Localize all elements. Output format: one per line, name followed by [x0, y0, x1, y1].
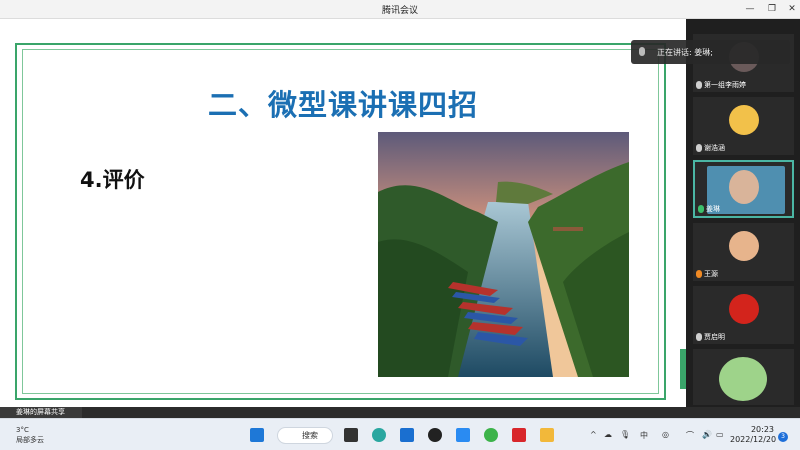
participant-name: 贾启明 [696, 332, 725, 342]
participant-tile-5[interactable]: 贾启明 [693, 286, 794, 344]
close-icon[interactable]: ✕ [784, 2, 800, 16]
search-button[interactable]: 搜索 [277, 427, 333, 444]
slide-title: 二、微型课讲课四招 [207, 88, 478, 122]
participant-name: 王源 [696, 269, 718, 279]
frog-sticker-icon [719, 357, 767, 401]
dell-icon[interactable] [428, 428, 442, 442]
mic-icon [696, 333, 702, 341]
ime-indicator[interactable]: 中 [640, 430, 648, 441]
cloud-icon[interactable]: ☁ [604, 430, 612, 439]
mic-icon [698, 205, 704, 213]
clock[interactable]: 20:23 2022/12/20 [730, 425, 776, 445]
participant-tile-active[interactable]: 姜琳 [693, 160, 794, 218]
mail-icon[interactable] [400, 428, 414, 442]
avatar [729, 105, 759, 135]
speaking-indicator: 正在讲话: 姜琳; [631, 40, 790, 64]
mic-icon [696, 144, 702, 152]
screen-share-status[interactable]: 姜琳的屏幕共享 [0, 407, 82, 418]
slide-subtitle: 4.评价 [80, 168, 145, 192]
slide-photo-river [378, 132, 629, 377]
tencent-meeting-icon[interactable] [456, 428, 470, 442]
avatar [729, 294, 759, 324]
edge-icon[interactable] [372, 428, 386, 442]
participant-tile-4[interactable]: 王源 [693, 223, 794, 281]
taskbar: 3°C 局部多云 搜索 ^ ☁ 🎙 中 ◎ ⌒ 🔊 ▭ 20:23 2022/1… [0, 418, 800, 450]
app-tray-icon[interactable]: ◎ [662, 430, 669, 439]
participant-name: 谢浩涵 [696, 143, 725, 153]
start-icon[interactable] [250, 428, 264, 442]
wechat-icon[interactable] [484, 428, 498, 442]
screen: 腾讯会议 — ❐ ✕ 二、微型课讲课四招 4.评价 第一组李雨婷 谢浩涵 姜琳 … [0, 0, 800, 450]
restore-icon[interactable]: ❐ [764, 2, 780, 16]
task-view-icon[interactable] [344, 428, 358, 442]
volume-icon[interactable]: 🔊 [702, 430, 712, 439]
notification-badge[interactable]: 3 [778, 432, 788, 442]
avatar [729, 170, 759, 204]
avatar [729, 231, 759, 261]
folder-icon[interactable] [540, 428, 554, 442]
chevron-up-icon[interactable]: ^ [590, 430, 597, 439]
participant-name: 第一组李雨婷 [696, 80, 746, 90]
mic-icon [696, 81, 702, 89]
microphone-icon[interactable]: 🎙 [620, 430, 630, 439]
user-icon [696, 270, 702, 278]
window-title: 腾讯会议 [381, 6, 418, 16]
wifi-icon[interactable]: ⌒ [686, 430, 694, 441]
participant-tile-6[interactable] [693, 349, 794, 405]
participant-tile-2[interactable]: 谢浩涵 [693, 97, 794, 155]
weather-widget[interactable]: 3°C 局部多云 [16, 425, 44, 445]
battery-icon[interactable]: ▭ [716, 430, 724, 439]
mic-icon [639, 47, 645, 56]
participant-name: 姜琳 [698, 204, 720, 214]
minimize-icon[interactable]: — [742, 2, 758, 16]
shared-screen: 二、微型课讲课四招 4.评价 [0, 19, 686, 407]
title-bar: 腾讯会议 — ❐ ✕ [0, 0, 800, 19]
wps-icon[interactable] [512, 428, 526, 442]
